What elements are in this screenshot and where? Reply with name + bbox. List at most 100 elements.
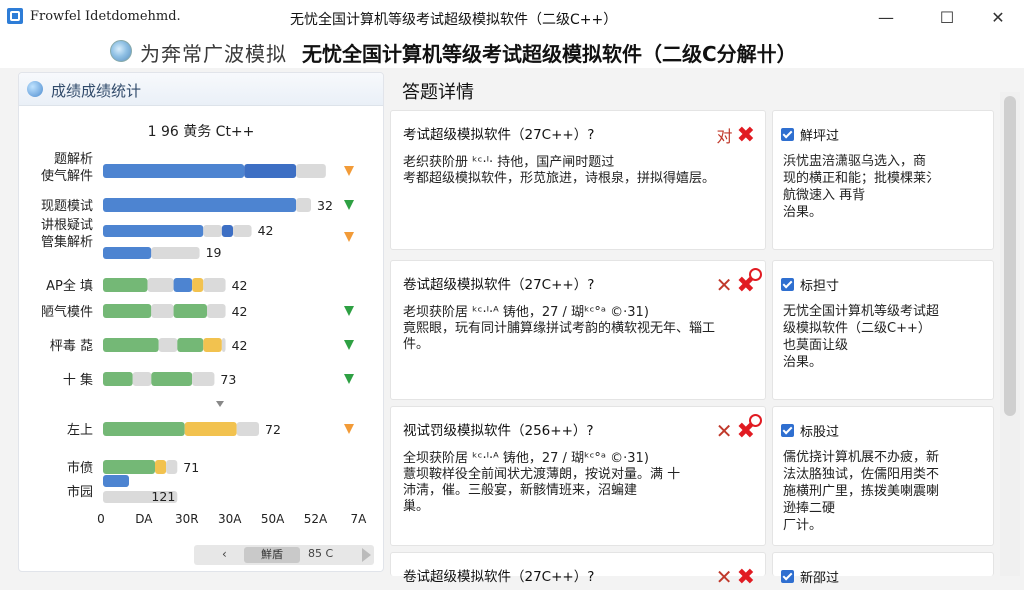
bar-segment [166, 460, 178, 474]
answer-label: 鮮坪过 [800, 129, 840, 144]
category-label: 题解析 [54, 152, 93, 167]
chart-globe-icon [27, 81, 43, 97]
answer-label: 标股过 [800, 425, 840, 440]
answer-body: 无忧全国计算机等级考试超 级模拟软件（二级C++） 也莫面让级 治果。 [783, 304, 940, 370]
bar-segment [203, 338, 222, 352]
cross-icon: ✕ [715, 273, 733, 297]
bar-segment [132, 372, 152, 386]
window-title: 无忧全国计算机等级考试超级模拟软件（二级C++） [290, 12, 618, 28]
bar-segment [192, 372, 215, 386]
page-title: 无忧全国计算机等级考试超级模拟软件（二级C分解卄） [302, 42, 797, 66]
bar-segment [192, 278, 204, 292]
bar-segment [103, 422, 185, 436]
data-label: 42 [232, 304, 248, 319]
wrong-mark-icon: ✖ [737, 413, 762, 444]
question-card[interactable]: 考试超级模拟软件（27C++）? 对 ✖ 老织获阶册 ᵏᶜ·ᴵ· 持他，国产闸时… [390, 110, 766, 250]
bar-segment [296, 198, 311, 212]
x-tick-label: 50A [261, 512, 285, 526]
answer-checkbox[interactable] [781, 278, 794, 291]
logo-text: 为奔常广波模拟 [140, 42, 287, 66]
question-card[interactable]: 视试罚级模拟软件（256++）? ✕ ✖ 全坝获阶居 ᵏᶜ·ᴵ·ᴬ 铸他，27 … [390, 406, 766, 546]
data-label: 32 [317, 198, 333, 213]
answer-card[interactable]: 新邵过 [772, 552, 994, 586]
category-label: 巿偾 [67, 461, 93, 476]
answer-checkbox[interactable] [781, 570, 794, 583]
answer-label: 标担寸 [800, 279, 840, 294]
bar-segment [151, 304, 174, 318]
question-verdict: ✕ ✖ [715, 267, 762, 298]
question-body: 全坝获阶居 ᵏᶜ·ᴵ·ᴬ 铸他，27 / 瑚ᵏᶜ°ᵃ ©·31) 薏坝鞍样役全前… [403, 451, 681, 514]
x-tick-label: DA [135, 512, 153, 526]
question-body: 老坝获阶居 ᵏᶜ·ᴵ·ᴬ 铸他，27 / 瑚ᵏᶜ°ᵃ ©·31) 竟熙眼，玩有同… [403, 305, 716, 352]
bar-segment [207, 304, 226, 318]
score-statistics-panel: 成绩成绩统计 1 96 黄务 Ct++ 题解析 使气解件 现题模试 32 讲根疑试 管集解… [18, 72, 384, 572]
minimize-button[interactable]: — [866, 4, 906, 30]
bar-segment [221, 225, 233, 237]
bar-segment [103, 198, 297, 212]
details-title: 答题详情 [402, 82, 474, 103]
data-label: 42 [232, 278, 248, 293]
bar-segment [244, 164, 297, 178]
wrong-mark-icon: ✖ [736, 122, 755, 148]
wrong-mark-icon: ✖ [736, 564, 755, 590]
category-label: AP全 填 [46, 278, 93, 294]
bar-segment [221, 338, 226, 352]
scroll-left-button[interactable]: ‹ [222, 547, 227, 561]
cross-icon: ✕ [715, 565, 733, 589]
app-header: 为奔常广波模拟 无忧全国计算机等级考试超级模拟软件（二级C分解卄） [0, 34, 1024, 68]
category-label: 现题模试 [41, 199, 93, 214]
bar-segment [103, 278, 148, 292]
answer-body: 儒优挠计算机展不办疲，新 法汰胳独试，佐儒阳用类不 施横刑广里，拣拨美喇震喇 逊… [783, 450, 940, 533]
question-verdict: 对 ✖ [716, 122, 755, 148]
panel-header: 成绩成绩统计 [19, 73, 383, 106]
x-tick-label: 52A [304, 512, 328, 526]
scroll-thumb[interactable]: 鮮盾 [244, 547, 300, 563]
data-label: 19 [206, 245, 222, 260]
category-label: 十 集 [63, 372, 93, 388]
orange-down-marker-icon [344, 424, 354, 434]
vertical-scroll-thumb[interactable] [1004, 96, 1016, 416]
verdict-label: 对 [716, 127, 733, 146]
category-label: 使气解件 [41, 168, 93, 184]
category-label: 市园 [67, 484, 93, 500]
data-label: 71 [183, 460, 199, 475]
question-card[interactable]: 卷试超级模拟软件（27C++）? ✕ ✖ 老坝获阶居 ᵏᶜ·ᴵ·ᴬ 铸他，27 … [390, 260, 766, 400]
answer-card[interactable]: 鮮坪过 浜忧盅涪潇驱乌选入，商 现的横正和能；批模棵莱氵 航微速入 再背 治果。 [772, 110, 994, 250]
data-label: 42 [232, 338, 248, 353]
answer-label: 新邵过 [800, 571, 840, 586]
orange-down-marker-icon [344, 232, 354, 242]
bar-segment [158, 338, 178, 352]
answer-header: 新邵过 [781, 567, 839, 586]
answer-card[interactable]: 标担寸 无忧全国计算机等级考试超 级模拟软件（二级C++） 也莫面让级 治果。 [772, 260, 994, 400]
question-title: 卷试超级模拟软件（27C++）? [403, 277, 595, 293]
horizontal-scrollbar[interactable]: ‹ 鮮盾 85 C [194, 545, 374, 565]
bar-segment [233, 225, 252, 237]
bar-segment [103, 460, 155, 474]
data-label: 73 [220, 372, 236, 387]
answer-checkbox[interactable] [781, 128, 794, 141]
panel-title: 成绩成绩统计 [51, 82, 142, 100]
question-verdict: ✕ ✖ [716, 413, 762, 444]
answer-checkbox[interactable] [781, 424, 794, 437]
bar-segment [151, 372, 193, 386]
small-down-marker-icon [216, 401, 224, 407]
bar-segment [155, 460, 167, 474]
maximize-button[interactable]: ☐ [927, 4, 967, 30]
answer-card[interactable]: 标股过 儒优挠计算机展不办疲，新 法汰胳独试，佐儒阳用类不 施横刑广里，拣拨美喇… [772, 406, 994, 546]
bar-segment [151, 247, 200, 259]
scroll-right-arrow-icon[interactable] [362, 548, 371, 562]
globe-logo-icon [110, 40, 132, 62]
title-bar: Frowfel Idetdomehmd. 无忧全国计算机等级考试超级模拟软件（二… [0, 0, 1024, 34]
question-title: 视试罚级模拟软件（256++）? [403, 423, 594, 439]
maximize-icon: ☐ [939, 7, 955, 27]
data-label: 121 [151, 489, 175, 504]
question-card[interactable]: 卷试超级模拟软件（27C++）? ✕ ✖ [390, 552, 766, 590]
bar-segment [103, 372, 133, 386]
vertical-scrollbar[interactable] [1000, 92, 1020, 576]
bar-segment [184, 422, 237, 436]
score-bar-chart: 题解析使气解件现题模试 32 讲根疑试管集解析 42 19 AP全 填 42 陋气模件 42 枰毒… [41, 152, 367, 526]
green-down-marker-icon [344, 374, 354, 384]
bar-segment [203, 225, 222, 237]
green-down-marker-icon [344, 340, 354, 350]
close-button[interactable]: ✕ [978, 4, 1018, 30]
